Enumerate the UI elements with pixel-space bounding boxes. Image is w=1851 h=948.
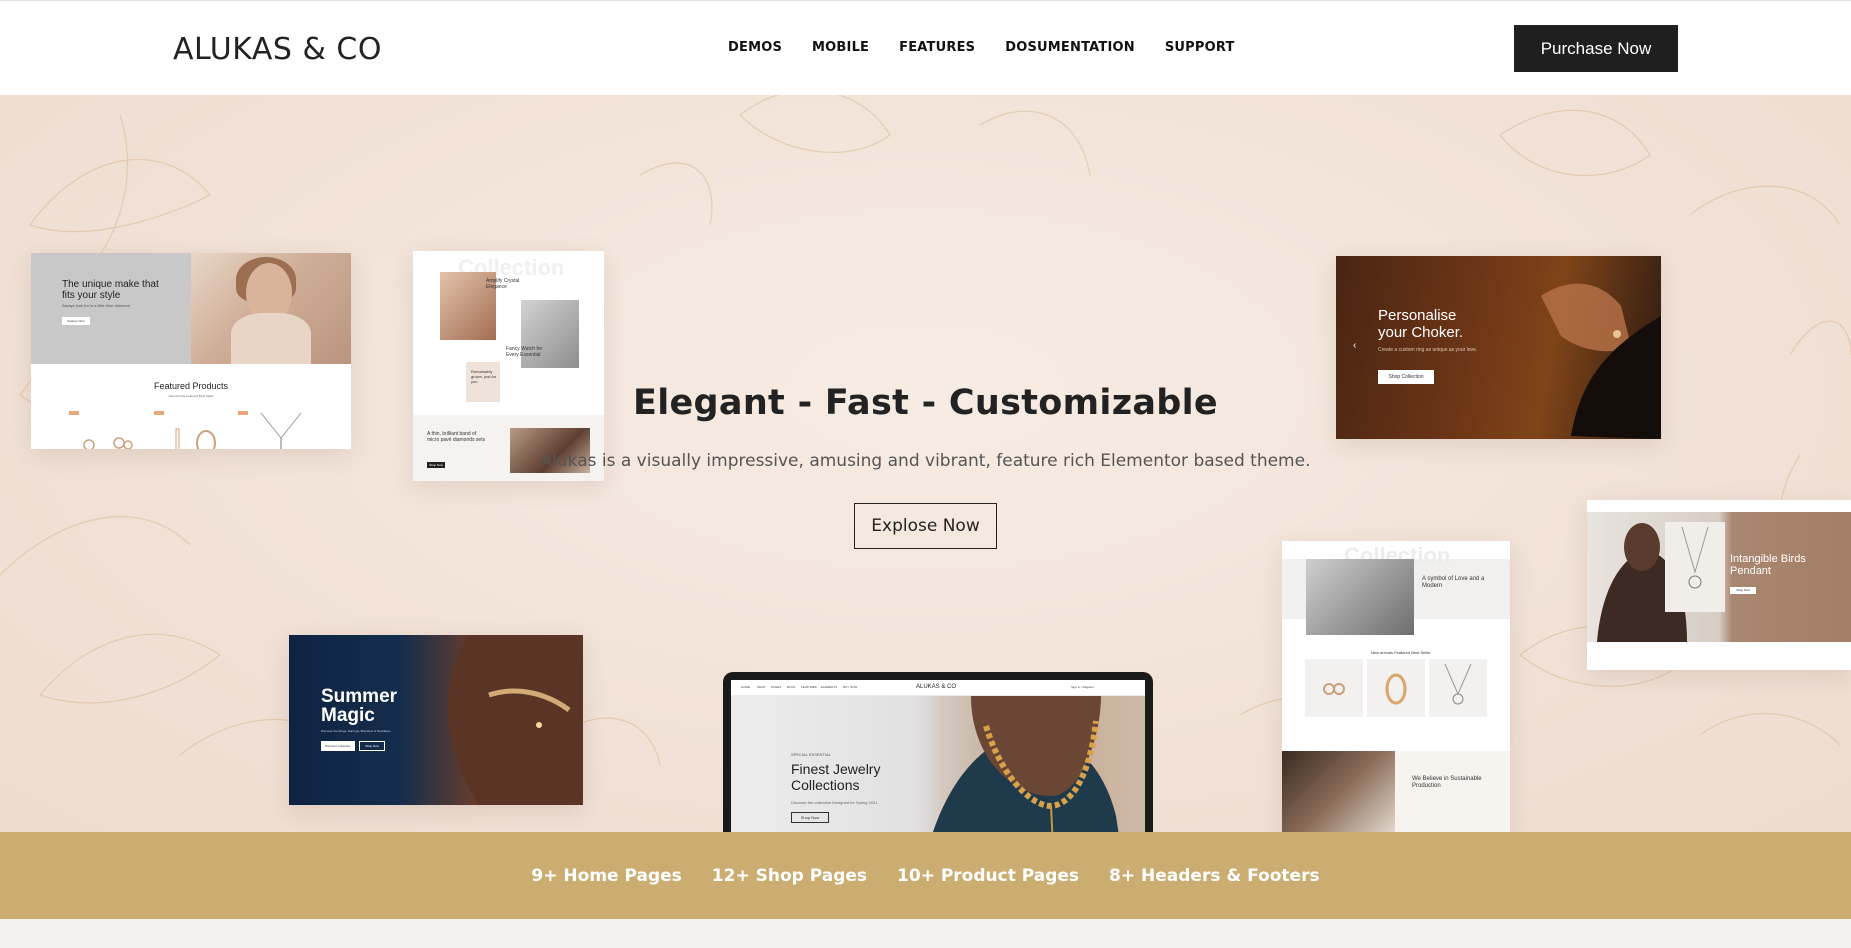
- laptop-nav-item: HOME: [741, 685, 750, 689]
- hero-section: The unique make that fits your style Alw…: [0, 95, 1851, 832]
- featured-button: Explore Now: [62, 317, 90, 325]
- hero-subtitle: Alukas is a visually impressive, amusing…: [540, 451, 1311, 471]
- featured-tagline: Always look for in a little blue diamond: [62, 303, 130, 308]
- nav-item-mobile[interactable]: MOBILE: [812, 40, 869, 55]
- laptop-screen-nav: HOME SHOP PAGES BLOG FEATURES ELEMENTS B…: [731, 680, 1145, 696]
- laptop-nav-item: FEATURES: [801, 685, 817, 689]
- site-header: ALUKAS & CO DEMOS MOBILE FEATURES DOSUME…: [0, 0, 1851, 95]
- collection-band-text: A thin, brilliant band of micro pavé dia…: [427, 431, 486, 443]
- product-tile-art: [1323, 663, 1472, 705]
- site-logo[interactable]: ALUKAS & CO: [173, 32, 382, 67]
- preview-card-collection-right[interactable]: Collection A symbol of Love and a Modern…: [1282, 541, 1510, 832]
- collection-right-tabs: New arrivals Featured Best Seller: [1371, 650, 1431, 655]
- collection-item-3: Remarkably grown, just for you: [471, 369, 497, 384]
- nav-item-demos[interactable]: DEMOS: [728, 40, 782, 55]
- laptop-account: Sign in / Register: [1071, 685, 1094, 689]
- nav-item-features[interactable]: FEATURES: [899, 40, 975, 55]
- next-section-strip: [0, 919, 1851, 948]
- collection-right-sustain: We Believe in Sustainable Production: [1412, 776, 1482, 789]
- laptop-screen: HOME SHOP PAGES BLOG FEATURES ELEMENTS B…: [731, 680, 1145, 832]
- personalise-button: Shop Collection: [1378, 370, 1434, 384]
- preview-card-collection[interactable]: Collection Amplify Crystal Elegance Fanc…: [413, 251, 604, 481]
- chevron-left-icon: ‹: [1353, 340, 1357, 351]
- laptop-logo: ALUKAS & CO: [916, 684, 957, 690]
- stat-headers-footers: 8+ Headers & Footers: [1109, 865, 1320, 886]
- laptop-hero: SPECIAL ESSENTIAL Finest Jewelry Collect…: [731, 696, 1145, 832]
- laptop-nav-item: BUY NOW: [843, 685, 858, 689]
- preview-card-summer[interactable]: Summer Magic Discover the Rings, Earring…: [289, 635, 583, 805]
- purchase-now-button[interactable]: Purchase Now: [1514, 25, 1678, 72]
- laptop-nav-item: BLOG: [787, 685, 796, 689]
- intangible-headline: Intangible Birds Pendant: [1730, 553, 1806, 577]
- nav-item-support[interactable]: SUPPORT: [1165, 40, 1235, 55]
- sustain-photo: [1282, 751, 1395, 832]
- main-nav: DEMOS MOBILE FEATURES DOSUMENTATION SUPP…: [728, 40, 1265, 55]
- summer-discover-button: Discover Collection: [321, 741, 355, 751]
- collection-right-symbol: A symbol of Love and a Modern: [1422, 576, 1485, 589]
- summer-headline: Summer Magic: [321, 686, 398, 726]
- model-body: [231, 313, 311, 364]
- featured-headline: The unique make that fits your style: [62, 279, 159, 301]
- summer-tagline: Discover the Rings, Earrings, Bracelets …: [321, 729, 391, 733]
- hero-title: Elegant - Fast - Customizable: [633, 383, 1218, 423]
- collection-item-2: Fancy Watch for Every Essential: [506, 346, 543, 358]
- stat-product-pages: 10+ Product Pages: [897, 865, 1080, 886]
- laptop-shop-button: Shop Now: [791, 812, 829, 823]
- laptop-special-label: SPECIAL ESSENTIAL: [791, 752, 831, 757]
- laptop-nav-item: ELEMENTS: [821, 685, 838, 689]
- stat-home-pages: 9+ Home Pages: [531, 865, 682, 886]
- pendant-model-photo: [1597, 522, 1725, 642]
- personalise-headline: Personalise your Choker.: [1378, 307, 1464, 341]
- stats-bar: 9+ Home Pages 12+ Shop Pages 10+ Product…: [0, 832, 1851, 919]
- laptop-description: Discover the collection Designed for Spr…: [791, 800, 878, 805]
- laptop-nav-item: SHOP: [757, 685, 766, 689]
- collection-item-1: Amplify Crystal Elegance: [486, 278, 520, 290]
- summer-shop-button: Shop Now: [359, 741, 385, 751]
- intangible-button: Shop Now: [1730, 587, 1756, 594]
- collection-right-photo: [1306, 559, 1414, 635]
- personalise-tagline: Create a custom ring as unique as your l…: [1378, 347, 1478, 353]
- nav-item-documentation[interactable]: DOSUMENTATION: [1005, 40, 1135, 55]
- laptop-mockup: HOME SHOP PAGES BLOG FEATURES ELEMENTS B…: [674, 672, 1202, 832]
- summer-face-photo: [447, 635, 583, 805]
- necklace-model-photo: [933, 696, 1119, 832]
- preview-card-intangible[interactable]: Intangible Birds Pendant Shop Now: [1587, 500, 1851, 670]
- laptop-headline: Finest Jewelry Collections: [791, 761, 881, 793]
- stat-shop-pages: 12+ Shop Pages: [711, 865, 868, 886]
- explore-now-button[interactable]: Explose Now: [854, 503, 997, 549]
- laptop-nav-item: PAGES: [771, 685, 782, 689]
